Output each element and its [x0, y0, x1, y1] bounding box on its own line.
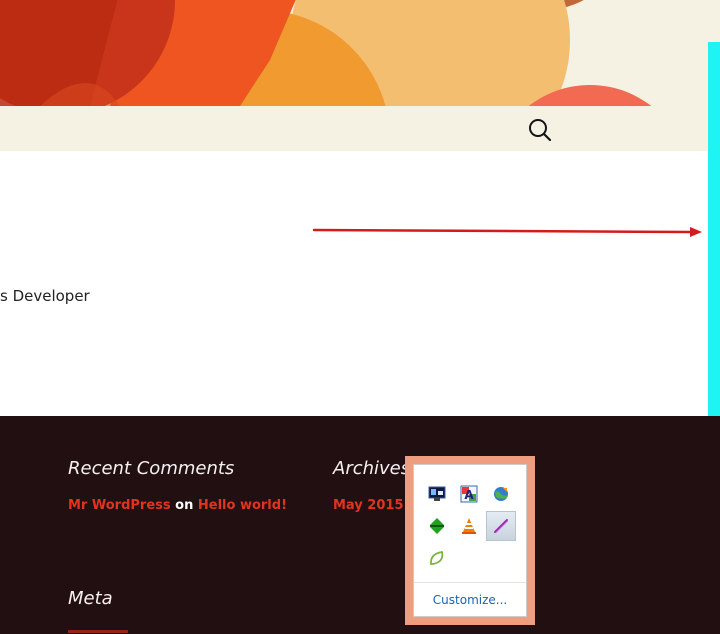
archive-link-may-2015[interactable]: May 2015 [333, 498, 404, 513]
site-description: s Developer [0, 287, 90, 305]
archives-title: Archives [333, 458, 411, 479]
comment-author-link[interactable]: Mr WordPress [68, 498, 171, 513]
font-app-icon[interactable]: A [454, 479, 484, 509]
network-monitor-icon[interactable] [422, 479, 452, 509]
annotation-arrow [312, 227, 702, 237]
recent-comment-item: Mr WordPress on Hello world! [68, 498, 287, 513]
archive-item: May 2015 [333, 498, 404, 513]
tray-divider [414, 582, 526, 583]
globe-download-icon[interactable] [486, 479, 516, 509]
navbar [0, 106, 708, 151]
side-highlight-bar [708, 42, 720, 456]
search-icon[interactable] [527, 117, 553, 143]
tray-panel: A Customize... [413, 464, 527, 617]
main-content [0, 151, 708, 416]
comment-post-link[interactable]: Hello world! [198, 498, 287, 513]
tray-overflow-popup: A Customize... [405, 456, 535, 625]
pen-icon[interactable] [486, 511, 516, 541]
meta-title: Meta [68, 588, 113, 609]
recent-comments-title: Recent Comments [68, 458, 235, 479]
svg-text:A: A [464, 488, 474, 502]
sort-arrows-icon[interactable] [422, 511, 452, 541]
vlc-cone-icon[interactable] [454, 511, 484, 541]
header-image [0, 0, 720, 106]
meta-link-cutoff[interactable] [68, 626, 128, 634]
comment-connector: on [175, 498, 194, 513]
customize-link[interactable]: Customize... [414, 593, 526, 607]
leaf-icon[interactable] [422, 543, 452, 573]
